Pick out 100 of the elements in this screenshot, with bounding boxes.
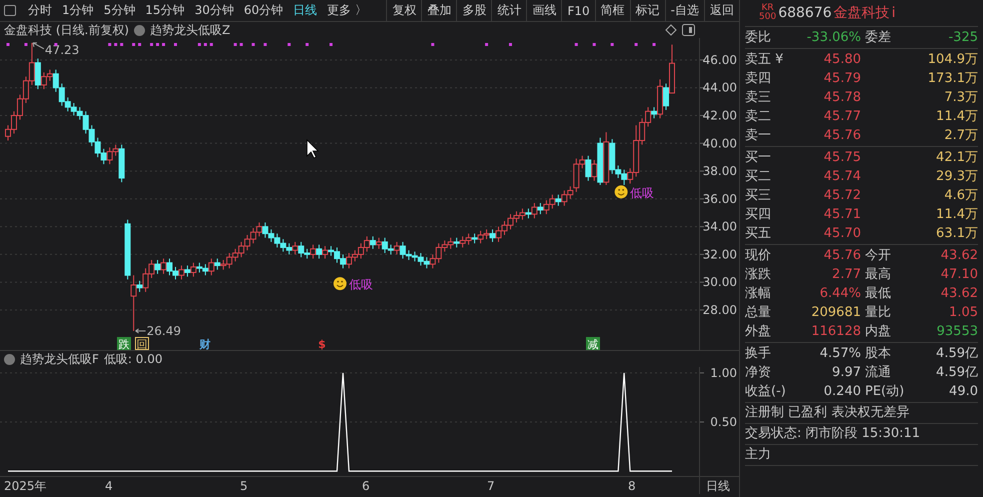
field-label: 内盘 (865, 323, 892, 341)
dropdown-icon[interactable] (4, 354, 15, 364)
toolbar-button[interactable]: F10 (561, 0, 595, 21)
order-label: 卖二 (745, 108, 772, 126)
field-label: 现价 (745, 247, 772, 265)
axis-label: 2025年 (4, 479, 47, 493)
order-price: 45.71 (822, 206, 861, 224)
order-price: 45.76 (822, 127, 861, 145)
period-tab[interactable]: 分时 (24, 0, 56, 21)
order-label: 卖四 (745, 70, 772, 88)
field-value: 0.240 (822, 383, 861, 401)
field-value: 4.59亿 (935, 345, 978, 363)
order-price: 45.78 (822, 89, 861, 107)
event-tag[interactable]: $ (318, 338, 326, 350)
axis-label: 42.00 (702, 108, 737, 123)
info-line: 主力 (745, 445, 978, 466)
period-tab[interactable]: 1分钟 (58, 0, 98, 21)
pointer-icon (306, 139, 319, 159)
toolbar-button[interactable]: 画线 (526, 0, 562, 21)
field-value: -33.06% (806, 29, 861, 47)
panel-icon[interactable] (4, 5, 16, 16)
toolbar-button[interactable]: 标记 (630, 0, 665, 21)
axis-label: 8 (628, 479, 636, 493)
event-tag[interactable]: 财 (200, 338, 210, 350)
indicator-name[interactable]: 趋势龙头低吸Z (150, 22, 230, 38)
field-label: 净资 (745, 364, 772, 382)
order-price: 45.70 (822, 225, 861, 243)
field-value: -325 (947, 29, 978, 47)
period-tab[interactable]: 30分钟 (190, 0, 238, 21)
event-tag[interactable]: 减 (586, 337, 600, 350)
field-value: 49.0 (948, 383, 978, 401)
field-label: 最高 (865, 266, 892, 284)
toolbar-button[interactable]: 简框 (594, 0, 630, 21)
field-label: 总量 (745, 304, 772, 322)
axis-label: 4 (105, 479, 113, 493)
order-volume: 104.9万 (926, 51, 978, 69)
order-volume: 2.7万 (943, 127, 978, 145)
order-volume: 42.1万 (935, 149, 978, 167)
axis-label: 1.00 (710, 367, 737, 380)
field-label: 最低 (865, 285, 892, 303)
field-label: 委比 (745, 29, 772, 47)
order-volume: 11.4万 (935, 206, 978, 224)
order-price: 45.74 (822, 168, 861, 186)
market-label: 500 (759, 13, 776, 22)
arrow-icon (135, 328, 146, 334)
axis-label: 6 (362, 479, 370, 493)
indicator-reading: 低吸: 0.00 (104, 350, 162, 368)
order-label: 买五 (745, 225, 772, 243)
axis-label: 7 (487, 479, 495, 493)
order-price: 45.75 (822, 149, 861, 167)
axis-label: 38.00 (702, 164, 737, 178)
toolbar-button[interactable]: -自选 (664, 0, 704, 21)
field-value: 45.76 (822, 247, 861, 265)
toolbar-button[interactable]: 多股 (456, 0, 492, 21)
dropdown-icon[interactable] (134, 24, 145, 36)
field-value: 4.57% (818, 345, 861, 363)
period-tab[interactable]: 60分钟 (240, 0, 288, 21)
order-price: 45.79 (822, 70, 861, 88)
period-tab[interactable]: 日线 (289, 0, 322, 21)
info-line: 注册制 已盈利 表决权无差异 (745, 403, 978, 424)
period-tab[interactable]: 15分钟 (141, 0, 189, 21)
event-tag[interactable]: 跌 (117, 337, 131, 350)
smiley-icon (614, 185, 628, 198)
field-label: 量比 (865, 304, 892, 322)
axis-label: 36.00 (702, 192, 737, 206)
toolbar-button[interactable]: 复权 (386, 0, 422, 21)
field-label: PE(动) (865, 383, 906, 401)
chart-title: 金盘科技 (日线.前复权) (4, 22, 129, 38)
order-label: 买一 (745, 149, 772, 167)
panel-icon[interactable] (682, 24, 695, 36)
indicator-name[interactable]: 趋势龙头低吸F (20, 350, 99, 368)
order-label: 卖五 ¥ (745, 51, 784, 69)
field-value: 209681 (810, 304, 861, 322)
period-tab[interactable]: 5分钟 (100, 0, 140, 21)
field-label: 涨幅 (745, 285, 772, 303)
field-label: 外盘 (745, 323, 772, 341)
axis-label: 32.00 (702, 247, 737, 262)
info-link[interactable]: i (892, 5, 896, 21)
order-price: 45.77 (822, 108, 861, 126)
field-value: 4.59亿 (935, 364, 978, 382)
order-volume: 7.3万 (943, 89, 978, 107)
toolbar-button[interactable]: 返回 (704, 0, 739, 21)
axis-label: 34.00 (702, 220, 737, 234)
field-value: 93553 (936, 323, 978, 341)
price-label: 47.23 (44, 42, 80, 57)
diamond-icon[interactable] (665, 24, 677, 36)
field-value: 116128 (810, 323, 861, 341)
order-price: 45.72 (822, 187, 861, 205)
axis-label: 46.00 (702, 52, 737, 67)
event-tag[interactable]: 回 (135, 337, 149, 350)
period-tab[interactable]: 更多 〉 (323, 0, 371, 21)
toolbar-button[interactable]: 叠加 (421, 0, 456, 21)
field-label: 收益(-) (745, 383, 785, 401)
axis-label: 0.50 (710, 415, 737, 429)
order-volume: 29.3万 (935, 168, 978, 186)
toolbar-button[interactable]: 统计 (491, 0, 526, 21)
field-value: 43.62 (940, 285, 978, 303)
field-value: 47.10 (940, 266, 978, 284)
field-label: 委差 (865, 29, 892, 47)
smiley-icon (334, 277, 346, 290)
